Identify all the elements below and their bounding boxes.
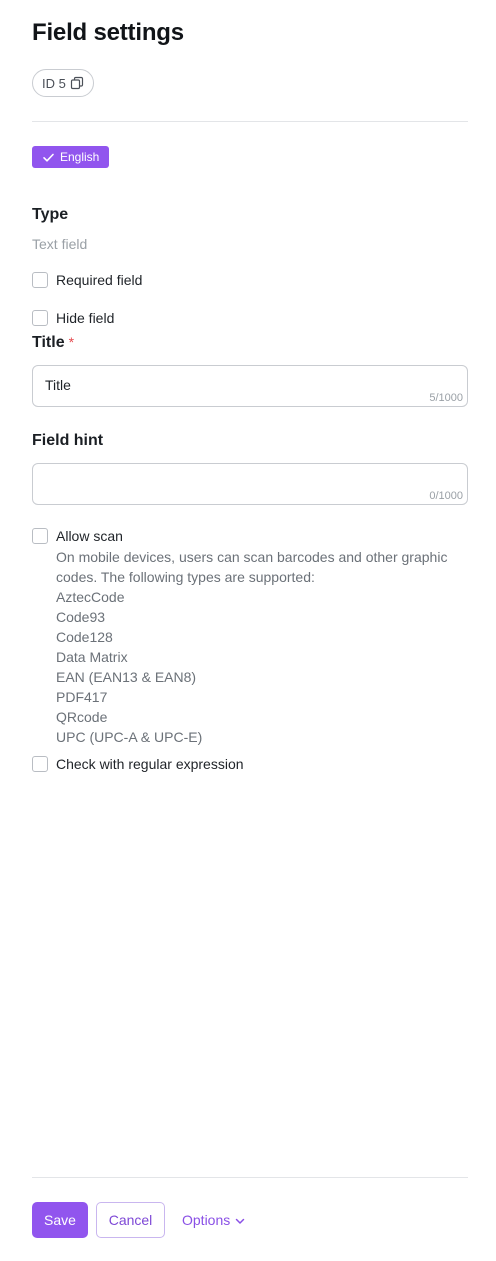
hint-counter-max: /1000: [435, 490, 463, 502]
title-input[interactable]: [45, 377, 405, 393]
title-counter-max: /1000: [435, 392, 463, 404]
required-mark: *: [68, 334, 75, 350]
title-char-counter: 5/1000: [429, 392, 463, 404]
checkbox-box[interactable]: [32, 528, 48, 544]
title-label-text: Title: [32, 334, 65, 351]
scan-type-item: EAN (EAN13 & EAN8): [56, 669, 197, 685]
chevron-down-icon: [234, 1215, 246, 1227]
scan-type-item: Code128: [56, 629, 113, 645]
type-label: Type: [32, 206, 69, 223]
title-input-wrapper: 5/1000: [32, 365, 468, 407]
hide-field-checkbox[interactable]: Hide field: [32, 310, 114, 326]
scan-description-block: On mobile devices, users can scan barcod…: [56, 547, 466, 747]
scan-description: On mobile devices, users can scan barcod…: [56, 549, 448, 585]
scan-type-item: Data Matrix: [56, 649, 128, 665]
options-button[interactable]: Options: [178, 1202, 250, 1238]
scan-type-item: UPC (UPC-A & UPC-E): [56, 729, 203, 745]
type-value: Text field: [32, 236, 88, 252]
save-button[interactable]: Save: [32, 1202, 88, 1238]
check-icon: [42, 151, 55, 164]
hint-input-wrapper: 0/1000: [32, 463, 468, 505]
allow-scan-label: Allow scan: [56, 528, 123, 544]
id-chip[interactable]: ID 5: [32, 69, 94, 97]
field-hint-input[interactable]: [45, 475, 405, 491]
hint-char-counter: 0/1000: [429, 490, 463, 502]
copy-icon[interactable]: [70, 76, 84, 90]
allow-scan-checkbox[interactable]: Allow scan: [32, 528, 123, 544]
cancel-button[interactable]: Cancel: [96, 1202, 165, 1238]
footer-divider: [32, 1177, 468, 1178]
header-divider: [32, 121, 468, 122]
language-tag[interactable]: English: [32, 146, 109, 168]
required-field-checkbox[interactable]: Required field: [32, 272, 142, 288]
checkbox-box[interactable]: [32, 756, 48, 772]
options-label: Options: [182, 1212, 231, 1228]
page-title: Field settings: [32, 19, 184, 46]
checkbox-box[interactable]: [32, 310, 48, 326]
field-settings-panel: Field settings ID 5 English Type Text fi…: [0, 0, 496, 1261]
scan-types-list: AztecCode Code93 Code128 Data Matrix EAN…: [56, 587, 466, 747]
required-field-label: Required field: [56, 272, 143, 288]
scan-type-item: AztecCode: [56, 589, 125, 605]
title-field-label: Title *: [32, 334, 74, 352]
scan-type-item: PDF417: [56, 689, 108, 705]
language-label: English: [60, 150, 100, 164]
scan-type-item: Code93: [56, 609, 106, 625]
hide-field-label: Hide field: [56, 310, 115, 326]
regex-label: Check with regular expression: [56, 756, 244, 772]
field-hint-label: Field hint: [32, 432, 104, 449]
id-chip-label: ID 5: [42, 75, 66, 91]
checkbox-box[interactable]: [32, 272, 48, 288]
scan-type-item: QRcode: [56, 709, 108, 725]
regex-checkbox[interactable]: Check with regular expression: [32, 756, 244, 772]
